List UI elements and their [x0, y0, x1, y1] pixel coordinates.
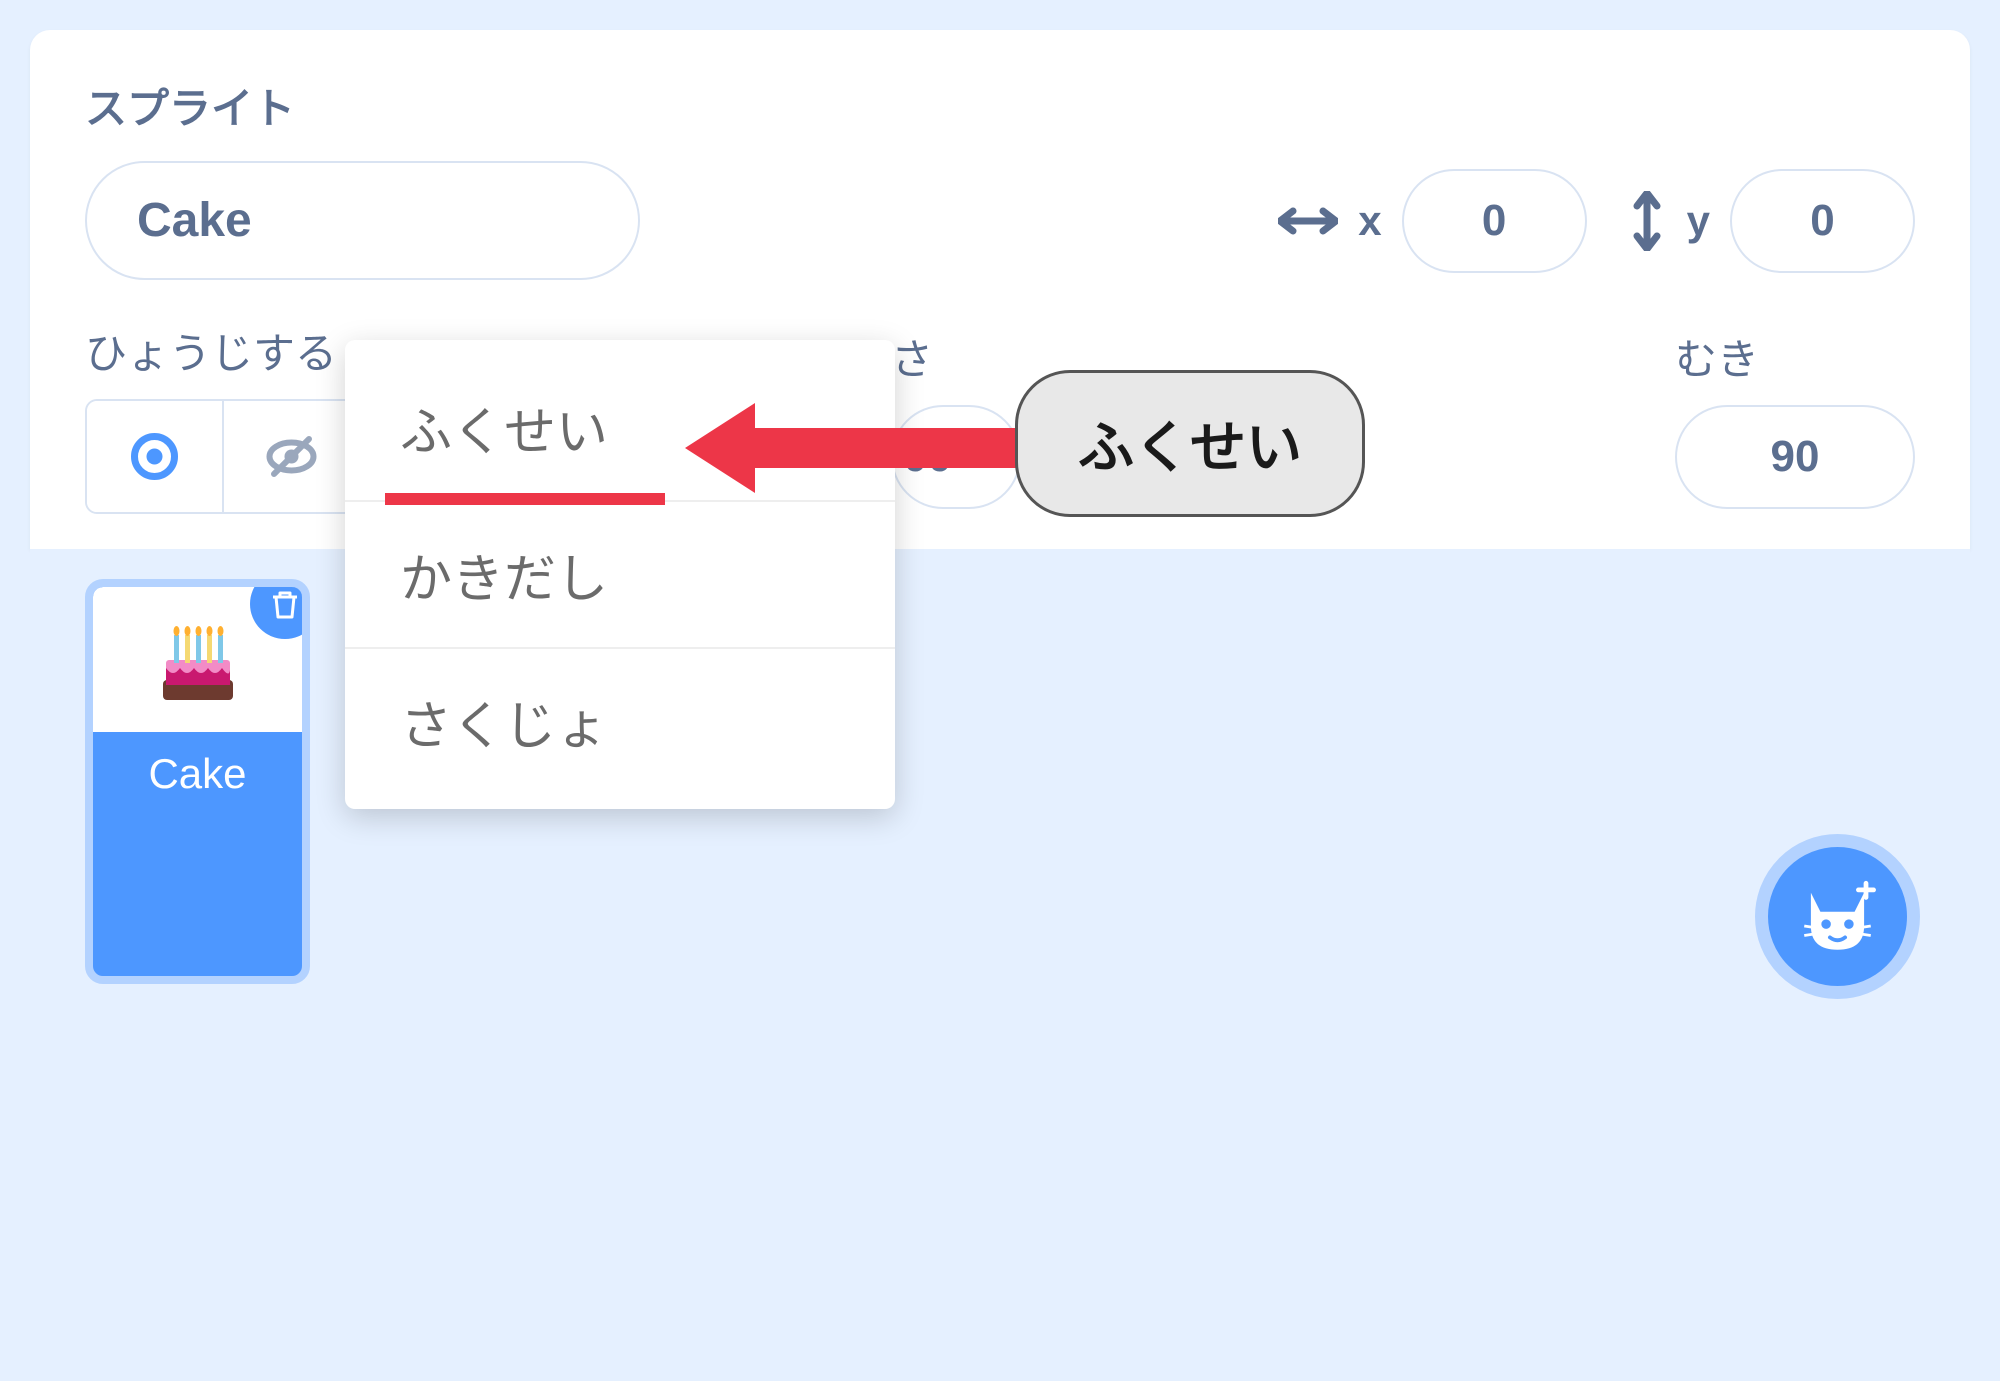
- sprite-name-position-row: x 0 y 0: [85, 161, 1915, 280]
- x-position-group: x 0: [1278, 169, 1586, 273]
- visibility-toggle: [85, 399, 361, 514]
- hide-button[interactable]: [222, 401, 359, 512]
- add-sprite-button[interactable]: [1755, 834, 1920, 999]
- cat-plus-icon: [1790, 869, 1885, 964]
- annotation-callout: ふくせい: [1015, 370, 1365, 517]
- vertical-arrow-icon: [1627, 191, 1667, 251]
- show-button[interactable]: [87, 401, 222, 512]
- size-value-input[interactable]: 00: [891, 405, 1021, 509]
- sprite-info-panel: スプライト x 0 y 0 ひょうじする: [30, 30, 1970, 549]
- y-value-input[interactable]: 0: [1730, 169, 1915, 273]
- horizontal-arrow-icon: [1278, 201, 1338, 241]
- annotation-underline: [385, 493, 665, 505]
- eye-open-icon: [127, 429, 182, 484]
- x-value-input[interactable]: 0: [1402, 169, 1587, 273]
- menu-item-export[interactable]: かきだし: [345, 500, 895, 647]
- sprite-section-label: スプライト: [85, 75, 1915, 136]
- sprite-name-input[interactable]: [85, 161, 640, 280]
- delete-sprite-button[interactable]: [250, 579, 310, 639]
- context-menu: ふくせい かきだし さくじょ: [345, 340, 895, 809]
- direction-label: むき: [1675, 326, 1915, 387]
- visibility-group: ひょうじする: [85, 320, 361, 514]
- size-group: さ 00: [891, 326, 1021, 509]
- trash-icon: [268, 587, 302, 621]
- cake-icon: [148, 610, 248, 710]
- eye-closed-icon: [264, 429, 319, 484]
- x-label: x: [1358, 197, 1381, 245]
- direction-value-input[interactable]: 90: [1675, 405, 1915, 509]
- visibility-label: ひょうじする: [85, 320, 361, 381]
- sprite-list: Cake: [30, 549, 1970, 1049]
- sprite-thumbnail: [93, 587, 302, 732]
- y-position-group: y 0: [1627, 169, 1915, 273]
- direction-group: むき 90: [1675, 326, 1915, 509]
- y-label: y: [1687, 197, 1710, 245]
- menu-item-delete[interactable]: さくじょ: [345, 647, 895, 794]
- sprite-tile-name: Cake: [93, 732, 302, 823]
- sprite-tile-cake[interactable]: Cake: [85, 579, 310, 984]
- menu-item-duplicate[interactable]: ふくせい: [345, 355, 895, 500]
- size-label-fragment: さ: [891, 326, 1021, 387]
